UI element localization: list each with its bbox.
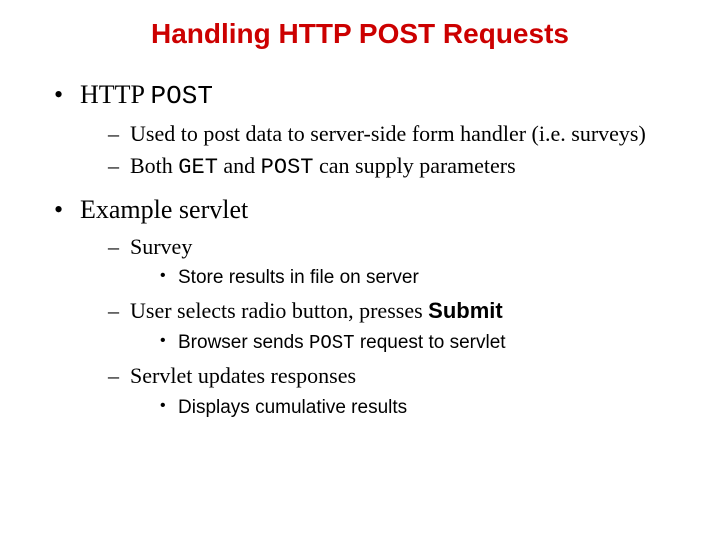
sub-sub-list: Displays cumulative results <box>130 395 690 421</box>
code-text: POST <box>261 155 314 180</box>
text: Servlet updates responses <box>130 363 356 388</box>
text: can supply parameters <box>313 153 515 178</box>
sub-bullet: Used to post data to server-side form ha… <box>108 120 690 149</box>
code-text: POST <box>151 81 213 111</box>
sub-sub-bullet: Displays cumulative results <box>160 395 690 421</box>
sub-bullet-survey: Survey Store results in file on server <box>108 233 690 291</box>
text: Both <box>130 153 178 178</box>
text: and <box>218 153 261 178</box>
sub-sub-bullet: Store results in file on server <box>160 265 690 291</box>
slide: Handling HTTP POST Requests HTTP POST Us… <box>0 0 720 540</box>
sub-bullet-servlet-updates: Servlet updates responses Displays cumul… <box>108 362 690 420</box>
code-text: GET <box>178 155 218 180</box>
sub-sub-bullet: Browser sends POST request to servlet <box>160 330 690 357</box>
bold-text: Submit <box>428 298 503 323</box>
sub-list: Used to post data to server-side form ha… <box>80 120 690 183</box>
code-text: POST <box>309 332 355 354</box>
text: Survey <box>130 234 192 259</box>
bullet-example-servlet: Example servlet Survey Store results in … <box>54 193 690 421</box>
sub-sub-list: Browser sends POST request to servlet <box>130 330 690 357</box>
text: Browser sends <box>178 332 309 353</box>
bullet-list: HTTP POST Used to post data to server-si… <box>30 78 690 420</box>
sub-bullet-user-selects: User selects radio button, presses Submi… <box>108 297 690 356</box>
sub-sub-list: Store results in file on server <box>130 265 690 291</box>
slide-title: Handling HTTP POST Requests <box>30 18 690 50</box>
text: request to servlet <box>355 332 506 353</box>
text: User selects radio button, presses <box>130 298 428 323</box>
text: Example servlet <box>80 195 248 224</box>
sub-list: Survey Store results in file on server U… <box>80 233 690 421</box>
text: HTTP <box>80 80 151 109</box>
sub-bullet: Both GET and POST can supply parameters <box>108 152 690 183</box>
bullet-http-post: HTTP POST Used to post data to server-si… <box>54 78 690 183</box>
